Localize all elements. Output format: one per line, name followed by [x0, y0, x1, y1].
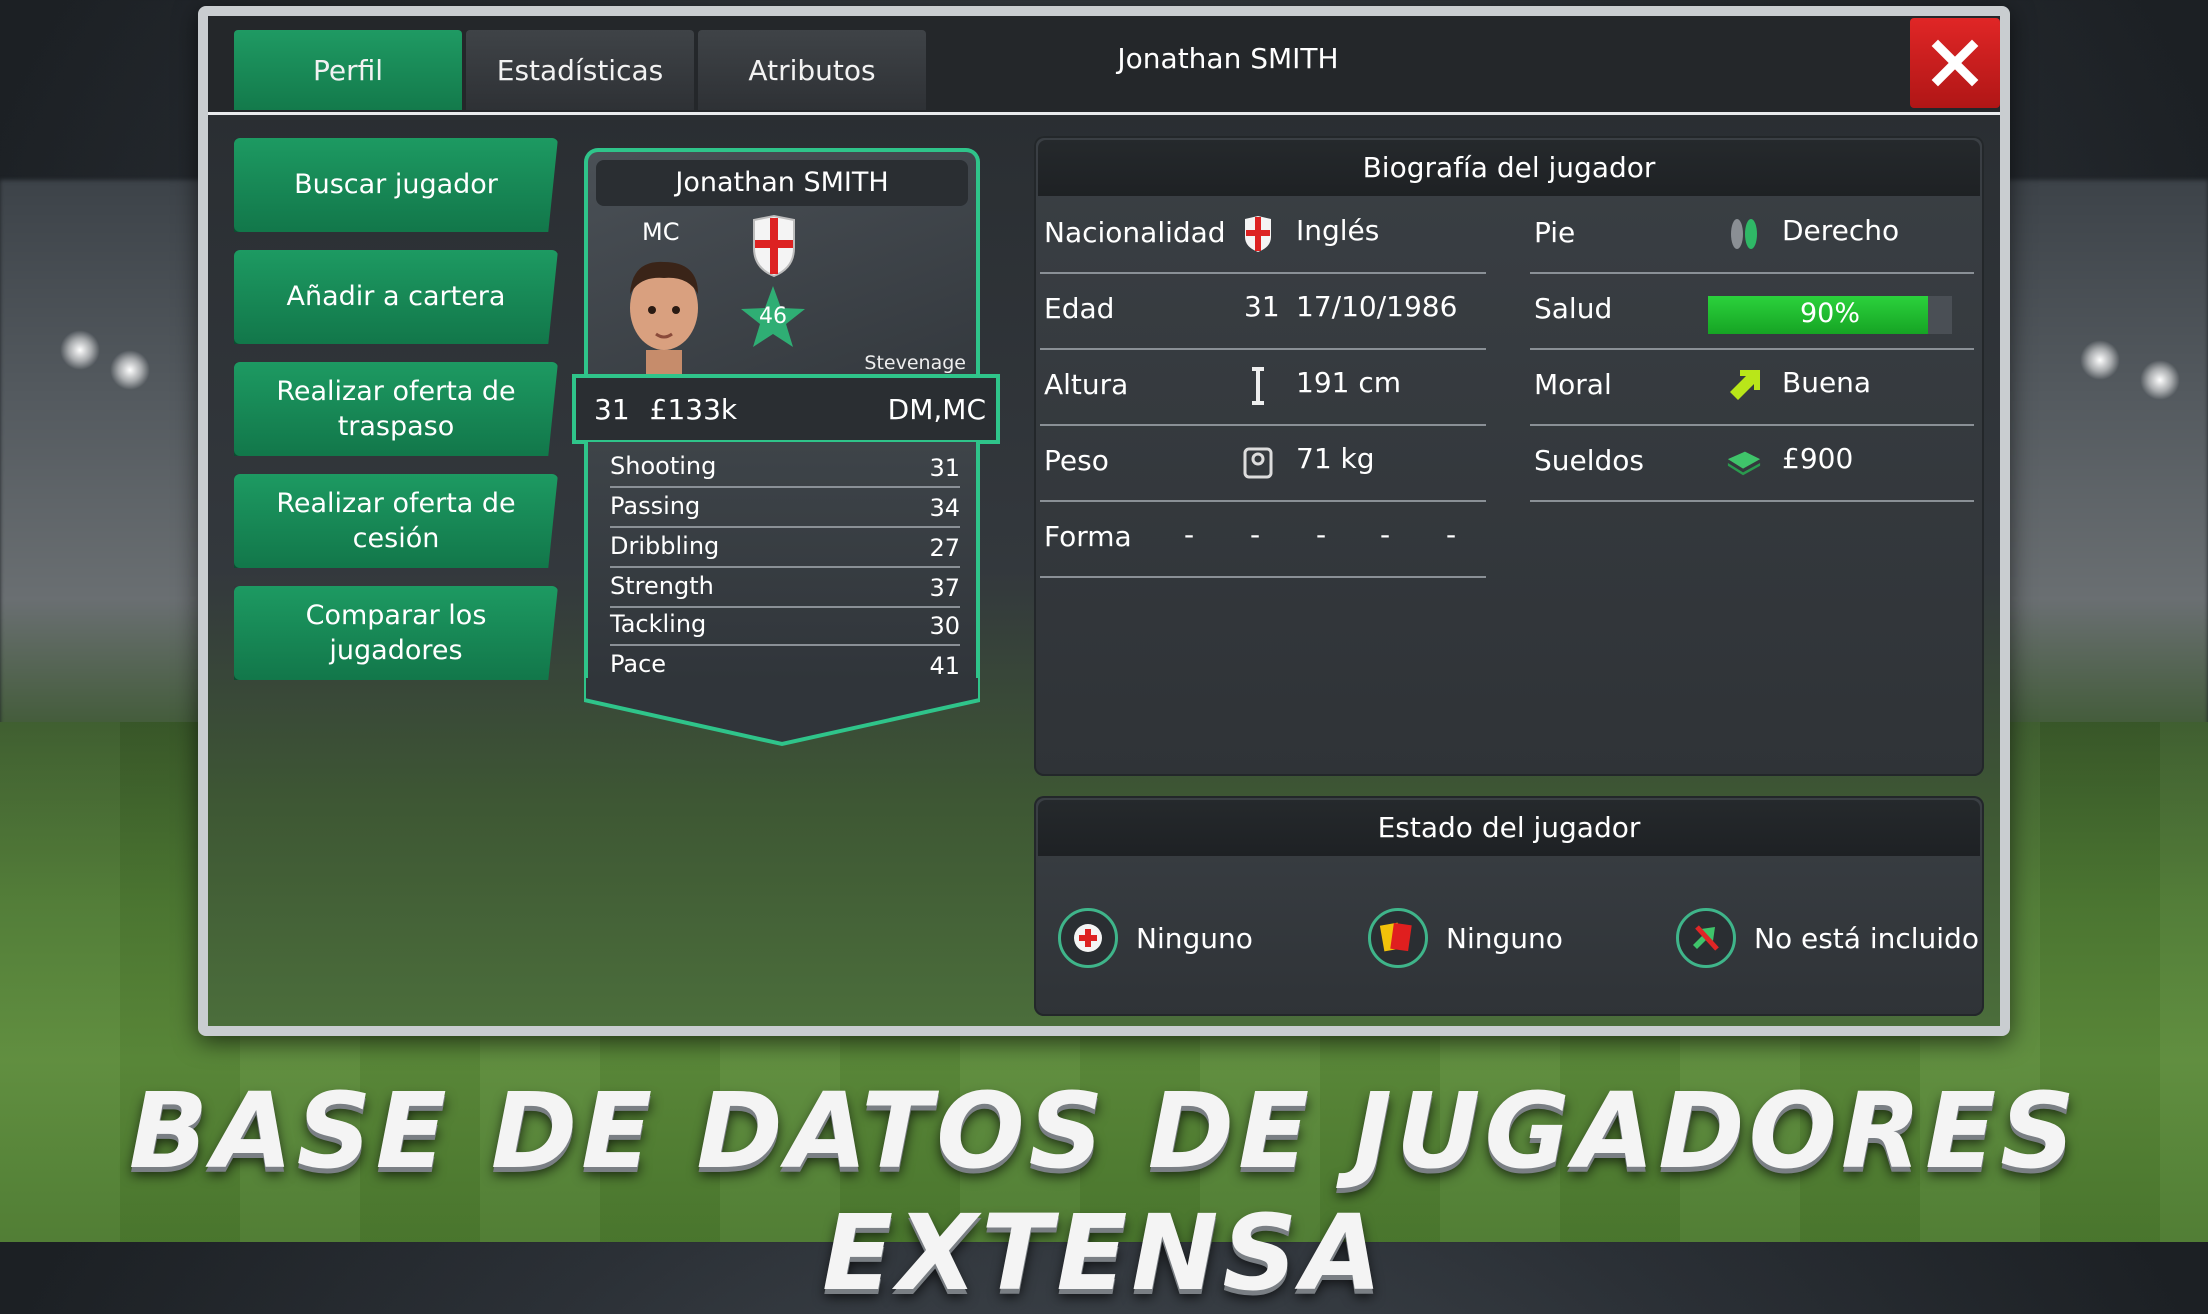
floodlight	[2080, 340, 2120, 380]
injury-icon	[1058, 908, 1118, 968]
window-title: Jonathan SMITH	[1117, 42, 1339, 75]
titlebar: Perfil Estadísticas Atributos Jonathan S…	[208, 16, 2000, 115]
stat-label: Tackling	[610, 610, 707, 638]
floodlight	[60, 330, 100, 370]
stat-label: Pace	[610, 650, 667, 678]
card-info-stripe: 31 £133k DM,MC	[572, 374, 1000, 444]
tab-perfil[interactable]: Perfil	[234, 30, 462, 110]
form-slot: -	[1184, 518, 1195, 551]
stat-value: 41	[929, 652, 960, 680]
card-position: MC	[642, 218, 680, 246]
stat-row: Shooting 31	[610, 448, 960, 488]
bio-label: Peso	[1044, 444, 1109, 477]
card-tip	[584, 678, 980, 747]
status-panel: Estado del jugador Ninguno Ninguno No es…	[1034, 796, 1984, 1016]
bio-value: Derecho	[1782, 214, 1900, 247]
health-bar: 90%	[1708, 296, 1952, 334]
money-icon	[1726, 442, 1762, 482]
floodlight	[2140, 360, 2180, 400]
form-slot: -	[1380, 518, 1391, 551]
card-age: 31	[594, 392, 630, 426]
search-player-button[interactable]: Buscar jugador	[234, 138, 558, 232]
stat-row: Passing 34	[610, 488, 960, 528]
card-club: Stevenage	[864, 352, 966, 374]
close-button[interactable]	[1910, 18, 2000, 108]
stat-row: Strength 37	[610, 568, 960, 608]
bio-row-morale: Moral Buena	[1530, 350, 1974, 426]
stat-label: Passing	[610, 492, 701, 520]
bio-row-foot: Pie Derecho	[1530, 198, 1974, 274]
status-cards: Ninguno	[1368, 906, 1563, 970]
card-positions: DM,MC	[887, 392, 986, 426]
floodlight	[110, 350, 150, 390]
stat-label: Shooting	[610, 452, 717, 480]
bio-label: Sueldos	[1534, 444, 1645, 477]
stat-value: 34	[929, 494, 960, 522]
add-to-shortlist-button[interactable]: Añadir a cartera	[234, 250, 558, 344]
bio-birthdate: 17/10/1986	[1296, 290, 1458, 323]
bio-label: Salud	[1534, 292, 1613, 325]
card-stats: Shooting 31 Passing 34 Dribbling 27 Stre…	[584, 442, 980, 686]
stat-value: 30	[929, 612, 960, 640]
stat-row: Tackling 30	[610, 606, 960, 646]
status-label: Ninguno	[1446, 921, 1563, 955]
bio-label: Forma	[1044, 520, 1132, 553]
bio-label: Edad	[1044, 292, 1115, 325]
transfer-list-icon	[1676, 908, 1736, 968]
stat-value: 31	[929, 454, 960, 482]
compare-players-button[interactable]: Comparar los jugadores	[234, 586, 558, 680]
health-value: 90%	[1799, 298, 1860, 329]
tab-estadisticas[interactable]: Estadísticas	[466, 30, 694, 110]
stat-row: Dribbling 27	[610, 528, 960, 568]
player-card: Jonathan SMITH MC 46 Stevenage 31 £133k …	[572, 138, 1000, 748]
promo-banner: BASE DE DATOS DE JUGADORES EXTENSA	[128, 1070, 2080, 1314]
form-slot: -	[1250, 518, 1261, 551]
status-label: Ninguno	[1136, 921, 1253, 955]
bio-row-height: Altura 191 cm	[1040, 350, 1486, 426]
status-transfer-list: No está incluido	[1676, 906, 1979, 970]
stat-label: Dribbling	[610, 532, 720, 560]
england-flag-icon	[1240, 214, 1276, 254]
height-icon	[1240, 366, 1276, 406]
bio-value: Buena	[1782, 366, 1872, 399]
bio-age: 31	[1244, 290, 1280, 323]
bio-label: Moral	[1534, 368, 1612, 401]
bio-row-weight: Peso 71 kg	[1040, 426, 1486, 502]
morale-arrow-icon	[1726, 366, 1762, 406]
status-panel-title: Estado del jugador	[1038, 800, 1980, 856]
bio-value: Inglés	[1296, 214, 1380, 247]
stat-label: Strength	[610, 572, 714, 600]
bio-value: 191 cm	[1296, 366, 1402, 399]
stat-value: 37	[929, 574, 960, 602]
form-slot: -	[1316, 518, 1327, 551]
bio-row-wages: Sueldos £900	[1530, 426, 1974, 502]
card-rating: 46	[759, 304, 787, 329]
bio-row-nationality: Nacionalidad Inglés	[1040, 198, 1486, 274]
player-profile-window: Perfil Estadísticas Atributos Jonathan S…	[198, 6, 2010, 1036]
bio-label: Altura	[1044, 368, 1129, 401]
close-icon	[1931, 39, 1979, 87]
england-shield-icon	[753, 214, 795, 278]
transfer-offer-button[interactable]: Realizar oferta de traspaso	[234, 362, 558, 456]
form-slot: -	[1446, 518, 1457, 551]
bio-label: Pie	[1534, 216, 1576, 249]
bio-panel: Biografía del jugador Nacionalidad Inglé…	[1034, 136, 1984, 776]
bio-row-age: Edad 31 17/10/1986	[1040, 274, 1486, 350]
status-label: No está incluido	[1754, 921, 1979, 955]
status-injury: Ninguno	[1058, 906, 1253, 970]
bio-row-health: Salud 90%	[1530, 274, 1974, 350]
card-value: £133k	[649, 392, 738, 426]
stat-value: 27	[929, 534, 960, 562]
weight-icon	[1240, 442, 1276, 482]
loan-offer-button[interactable]: Realizar oferta de cesión	[234, 474, 558, 568]
foot-icon	[1726, 214, 1762, 254]
bio-panel-title: Biografía del jugador	[1038, 140, 1980, 196]
card-player-name: Jonathan SMITH	[596, 160, 968, 206]
card-icon	[1368, 908, 1428, 968]
bio-label: Nacionalidad	[1044, 216, 1226, 249]
bio-value: 71 kg	[1296, 442, 1375, 475]
bio-row-form: Forma - - - - -	[1040, 502, 1486, 578]
player-avatar	[630, 261, 698, 378]
bio-value: £900	[1782, 442, 1854, 475]
